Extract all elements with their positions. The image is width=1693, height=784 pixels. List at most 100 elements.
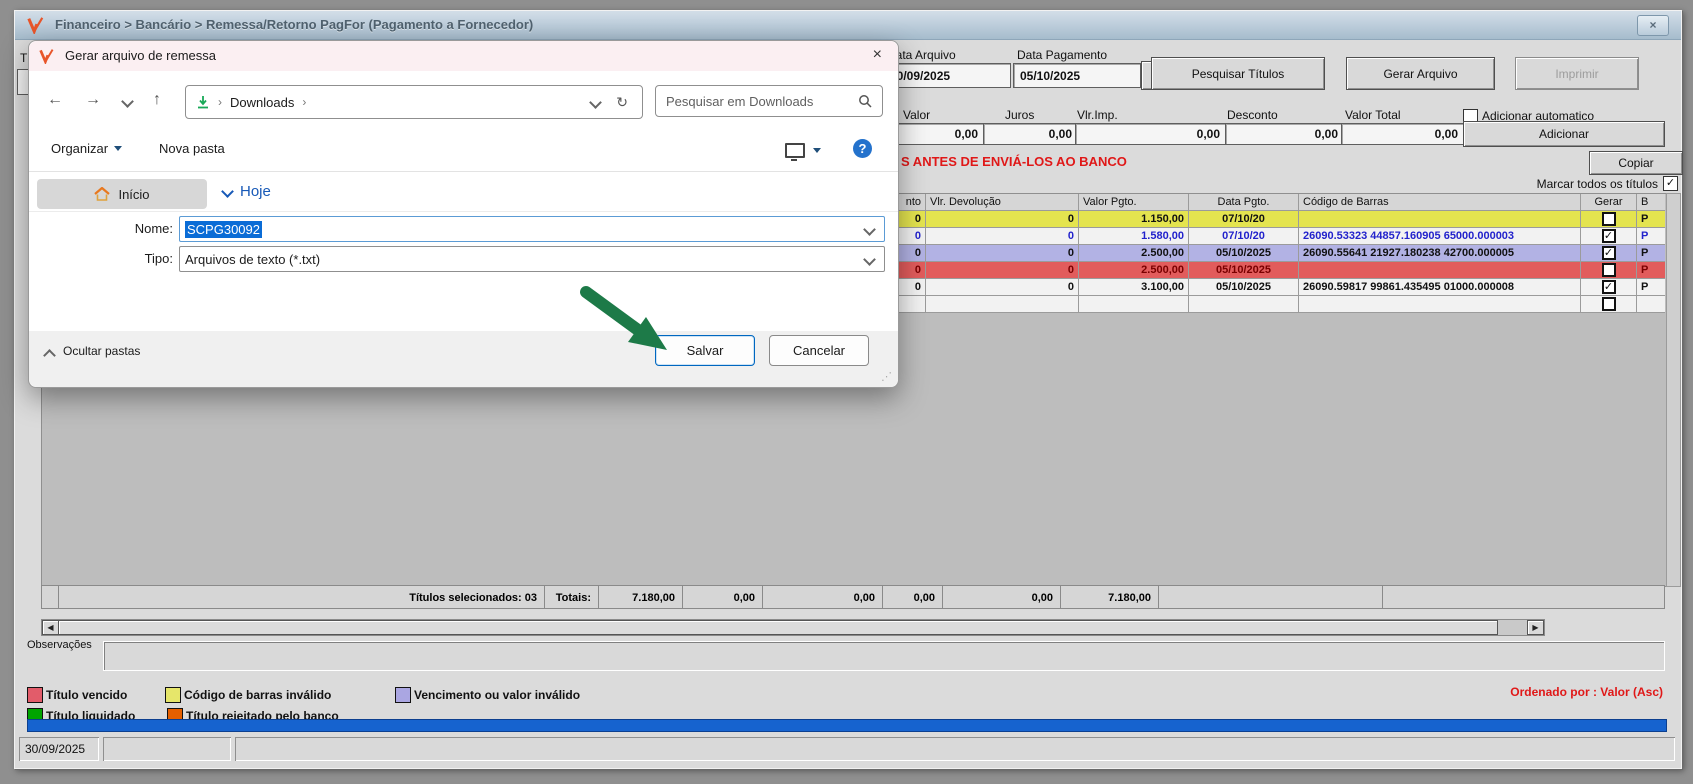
col-gerar[interactable]: Gerar: [1581, 194, 1637, 211]
window-close-button[interactable]: ×: [1637, 15, 1669, 36]
ordered-by-text: Ordenado por : Valor (Asc): [1510, 685, 1663, 699]
total-vlrimp: 0,00: [763, 585, 883, 609]
help-icon[interactable]: ?: [853, 139, 872, 158]
gerar-checkbox[interactable]: ✓: [1601, 280, 1616, 294]
refresh-icon[interactable]: ↻: [616, 94, 628, 111]
cell-barras: [1299, 262, 1581, 279]
breadcrumb-sep-icon: ›: [302, 95, 307, 109]
sidebar-item-inicio[interactable]: Início: [37, 179, 207, 209]
total-geral: 7.180,00: [1061, 585, 1159, 609]
observacoes-label: Observações: [27, 639, 92, 651]
cell-data: 07/10/20: [1189, 228, 1299, 245]
col-codigo-barras[interactable]: Código de Barras: [1299, 194, 1581, 211]
status-panel: [235, 737, 1675, 761]
nav-up-icon[interactable]: ↑: [153, 91, 161, 109]
col-b[interactable]: B: [1637, 194, 1665, 211]
totals-empty: [1383, 585, 1665, 609]
valor-label: Valor: [903, 108, 931, 122]
totals-spacer: [41, 585, 59, 609]
nav-forward-icon[interactable]: →: [85, 91, 101, 109]
filetype-combobox[interactable]: Arquivos de texto (*.txt): [179, 246, 885, 272]
table-vertical-scrollbar[interactable]: [1666, 193, 1681, 587]
col-vlr-devolucao[interactable]: Vlr. Devolução: [926, 194, 1079, 211]
col-valor-pgto[interactable]: Valor Pgto.: [1079, 194, 1189, 211]
cell-b: P: [1637, 211, 1665, 228]
data-pagamento-field[interactable]: 05/10/2025: [1013, 63, 1141, 88]
cell-gerar: [1581, 211, 1637, 228]
pesquisar-titulos-button[interactable]: Pesquisar Títulos: [1151, 57, 1325, 90]
copiar-button[interactable]: Copiar: [1589, 151, 1683, 175]
filetype-chevron-icon: [863, 252, 876, 266]
breadcrumb-downloads[interactable]: Downloads: [230, 95, 294, 110]
progress-bar: [27, 719, 1667, 732]
filename-combobox[interactable]: SCPG30092: [179, 216, 885, 242]
juros-field[interactable]: 0,00: [983, 123, 1078, 145]
window-titlebar: Financeiro > Bancário > Remessa/Retorno …: [15, 11, 1681, 40]
cell-barras: [1299, 211, 1581, 228]
cell-gerar: ✓: [1581, 279, 1637, 296]
marcar-todos-checkbox[interactable]: ✓: [1663, 176, 1678, 191]
scroll-left-icon[interactable]: ◀: [42, 620, 59, 635]
cell-data: 05/10/2025: [1189, 262, 1299, 279]
cell-valor: [1079, 296, 1189, 313]
cell-data: [1189, 296, 1299, 313]
cell-b: P: [1637, 228, 1665, 245]
view-options-caret-icon[interactable]: [813, 148, 821, 153]
search-box[interactable]: Pesquisar em Downloads: [655, 85, 883, 117]
cancelar-button[interactable]: Cancelar: [769, 335, 869, 366]
data-arquivo-field[interactable]: 30/09/2025: [883, 63, 1011, 88]
cell-gerar: [1581, 296, 1637, 313]
organizar-button[interactable]: Organizar: [51, 141, 123, 156]
tipo-label: Tipo:: [144, 251, 173, 266]
totals-row: Títulos selecionados: 03 Totais: 7.180,0…: [41, 585, 1665, 611]
valor-total-label: Valor Total: [1345, 108, 1401, 122]
cell-valor: 1.580,00: [1079, 228, 1189, 245]
nova-pasta-button[interactable]: Nova pasta: [159, 141, 225, 156]
covered-label-fragment: T: [20, 51, 28, 65]
legend-codigo-invalido: Código de barras inválido: [184, 688, 332, 702]
imprimir-button[interactable]: Imprimir: [1515, 57, 1639, 90]
vlrimp-field[interactable]: 0,00: [1075, 123, 1226, 145]
resize-grip[interactable]: ⋰: [881, 370, 892, 383]
organizar-label: Organizar: [51, 141, 109, 156]
total-devolucao: 0,00: [943, 585, 1061, 609]
nav-recent-chevron-icon[interactable]: [121, 95, 134, 108]
gerar-checkbox[interactable]: ✓: [1601, 229, 1616, 243]
view-options-icon[interactable]: [785, 143, 805, 161]
address-bar[interactable]: › Downloads › ↻: [185, 85, 643, 119]
observacoes-input[interactable]: [103, 641, 1665, 671]
filename-chevron-icon: [863, 222, 876, 236]
search-placeholder: Pesquisar em Downloads: [666, 93, 814, 109]
valor-total-field[interactable]: 0,00: [1341, 123, 1464, 145]
gerar-checkbox[interactable]: [1601, 263, 1616, 277]
dialog-titlebar[interactable]: Gerar arquivo de remessa ×: [29, 41, 898, 71]
gerar-checkbox[interactable]: ✓: [1601, 246, 1616, 260]
group-header-hoje[interactable]: Hoje: [221, 183, 271, 200]
gerar-checkbox[interactable]: [1601, 212, 1616, 226]
cell-gerar: ✓: [1581, 228, 1637, 245]
nome-label: Nome:: [134, 221, 173, 236]
search-icon: [859, 95, 872, 108]
scrollbar-thumb[interactable]: [58, 620, 1498, 635]
desconto-label: Desconto: [1227, 108, 1278, 122]
cell-valor: 2.500,00: [1079, 262, 1189, 279]
adicionar-button[interactable]: Adicionar: [1463, 121, 1665, 147]
cell-devolucao: [926, 296, 1079, 313]
address-dropdown-chevron-icon[interactable]: [589, 95, 603, 109]
breadcrumb-sep-icon: ›: [218, 95, 222, 109]
dialog-close-icon[interactable]: ×: [873, 46, 882, 64]
scroll-right-icon[interactable]: ▶: [1527, 620, 1544, 635]
col-data-pgto[interactable]: Data Pgto.: [1189, 194, 1299, 211]
cell-gerar: [1581, 262, 1637, 279]
hoje-label: Hoje: [240, 183, 271, 200]
gerar-checkbox[interactable]: [1601, 297, 1616, 311]
legend-titulo-vencido: Título vencido: [46, 688, 128, 702]
cell-b: P: [1637, 279, 1665, 296]
table-horizontal-scrollbar[interactable]: ◀ ▶: [41, 619, 1545, 636]
nav-back-icon[interactable]: ←: [47, 91, 63, 109]
gerar-arquivo-button[interactable]: Gerar Arquivo: [1346, 57, 1495, 90]
totais-label: Totais:: [545, 585, 599, 609]
ocultar-pastas-button[interactable]: Ocultar pastas: [63, 344, 140, 358]
desconto-field[interactable]: 0,00: [1225, 123, 1344, 145]
dialog-footer: Ocultar pastas ⋰: [29, 331, 898, 387]
